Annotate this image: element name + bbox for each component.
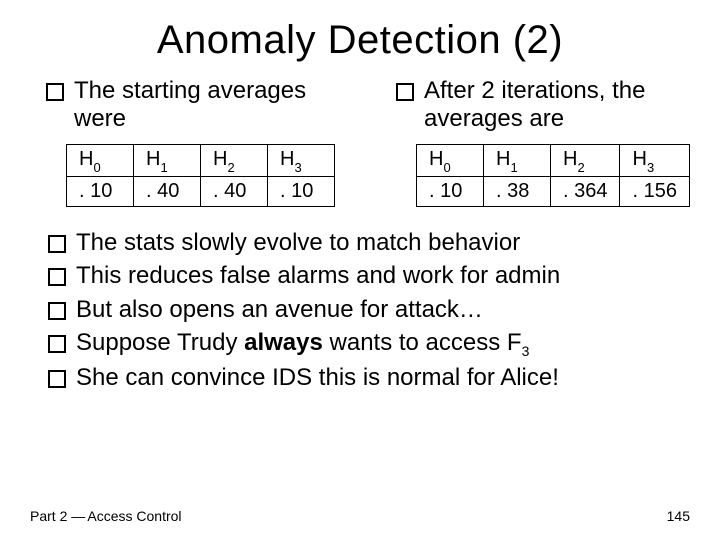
- table-row: H0 H1 H2 H3: [67, 145, 335, 177]
- table-row: . 10 . 40 . 40 . 10: [67, 177, 335, 207]
- bullet-text: This reduces false alarms and work for a…: [76, 260, 560, 291]
- right-column: After 2 iterations, the averages are H0 …: [380, 77, 690, 207]
- table-row: . 10 . 38 . 364 . 156: [417, 177, 690, 207]
- footer-part: Access Control: [84, 508, 181, 524]
- bullet-symbol: F3: [507, 329, 529, 356]
- table-cell: . 10: [417, 177, 484, 207]
- bullet-square-icon: [48, 335, 66, 353]
- table-header-cell: H0: [417, 145, 484, 177]
- bullet-text: Suppose Trudy always wants to access F3: [76, 327, 529, 360]
- left-column: The starting averages were H0 H1 H2 H3 .…: [30, 77, 340, 207]
- footer-dash: —: [71, 508, 84, 524]
- bullet-square-icon: [46, 83, 64, 101]
- right-lead: After 2 iterations, the averages are: [396, 77, 690, 132]
- bullet-sub: 3: [522, 343, 530, 359]
- footer-page-number: 145: [667, 508, 690, 524]
- footer-part: Part 2: [30, 508, 71, 524]
- table-cell: . 364: [551, 177, 620, 207]
- bullet-square-icon: [48, 235, 66, 253]
- bullet-bold: always: [244, 329, 323, 356]
- bullet-square-icon: [48, 370, 66, 388]
- table-header-cell: H3: [268, 145, 335, 177]
- table-start: H0 H1 H2 H3 . 10 . 40 . 40 . 10: [66, 144, 335, 207]
- table-header-cell: H1: [484, 145, 551, 177]
- footer-left: Part 2 — Access Control: [30, 508, 182, 524]
- bullet-text-part: wants to access: [323, 329, 507, 356]
- slide-footer: Part 2 — Access Control 145: [30, 508, 690, 524]
- two-column-row: The starting averages were H0 H1 H2 H3 .…: [30, 77, 690, 207]
- bullet-square-icon: [48, 268, 66, 286]
- list-item: This reduces false alarms and work for a…: [48, 260, 690, 291]
- bullet-list: The stats slowly evolve to match behavio…: [48, 227, 690, 393]
- table-header-cell: H0: [67, 145, 134, 177]
- left-lead: The starting averages were: [46, 77, 340, 132]
- table-cell: . 38: [484, 177, 551, 207]
- list-item: The stats slowly evolve to match behavio…: [48, 227, 690, 258]
- table-header-cell: H2: [551, 145, 620, 177]
- table-after: H0 H1 H2 H3 . 10 . 38 . 364 . 156: [416, 144, 690, 207]
- list-item: Suppose Trudy always wants to access F3: [48, 327, 690, 360]
- left-lead-text: The starting averages were: [74, 77, 340, 132]
- list-item: But also opens an avenue for attack…: [48, 294, 690, 325]
- bullet-text: But also opens an avenue for attack…: [76, 294, 483, 325]
- table-header-cell: H2: [201, 145, 268, 177]
- table-row: H0 H1 H2 H3: [417, 145, 690, 177]
- table-cell: . 156: [620, 177, 689, 207]
- table-cell: . 10: [67, 177, 134, 207]
- table-cell: . 40: [134, 177, 201, 207]
- bullet-text-part: Suppose Trudy: [76, 329, 244, 356]
- table-cell: . 10: [268, 177, 335, 207]
- slide-root: Anomaly Detection (2) The starting avera…: [0, 0, 720, 540]
- table-cell: . 40: [201, 177, 268, 207]
- bullet-f: F: [507, 329, 522, 356]
- table-header-cell: H1: [134, 145, 201, 177]
- list-item: She can convince IDS this is normal for …: [48, 362, 690, 393]
- right-lead-text: After 2 iterations, the averages are: [424, 77, 690, 132]
- slide-title: Anomaly Detection (2): [30, 18, 690, 63]
- bullet-square-icon: [48, 302, 66, 320]
- bullet-text: The stats slowly evolve to match behavio…: [76, 227, 520, 258]
- bullet-text: She can convince IDS this is normal for …: [76, 362, 559, 393]
- bullet-square-icon: [396, 83, 414, 101]
- table-header-cell: H3: [620, 145, 689, 177]
